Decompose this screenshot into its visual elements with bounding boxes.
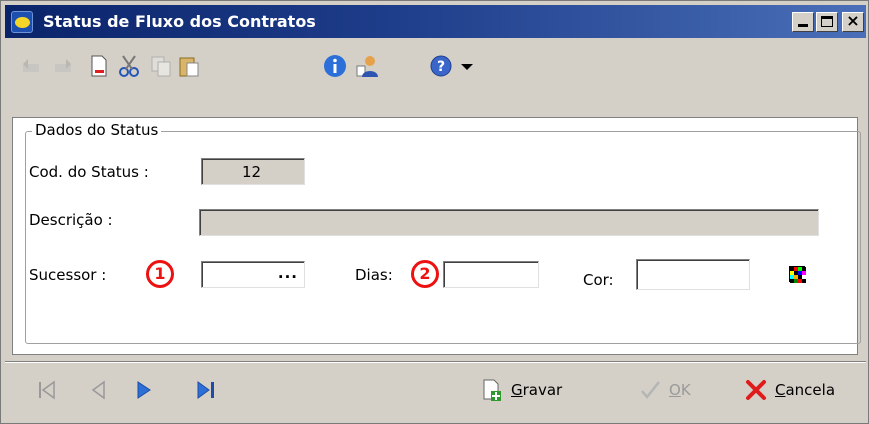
color-picker-icon[interactable] (789, 266, 806, 283)
close-button[interactable]: × (842, 11, 864, 32)
cod-value: 12 (242, 163, 262, 181)
dias-field[interactable] (443, 261, 539, 288)
first-record-icon[interactable] (37, 379, 57, 401)
user-icon[interactable] (355, 54, 379, 78)
scissors-icon[interactable] (117, 54, 141, 78)
descricao-label: Descrição : (29, 211, 113, 229)
copy-icon[interactable] (149, 54, 173, 78)
cancela-button[interactable]: Cancela (745, 377, 861, 405)
cancel-x-icon (746, 380, 766, 400)
window-title: Status de Fluxo dos Contratos (43, 12, 316, 31)
previous-record-icon[interactable] (89, 379, 109, 401)
undo-icon[interactable] (19, 54, 43, 78)
next-record-icon[interactable] (134, 379, 154, 401)
new-document-icon[interactable] (87, 54, 111, 78)
redo-icon[interactable] (51, 54, 75, 78)
toolbar: ? (5, 41, 866, 93)
paste-icon[interactable] (177, 54, 201, 78)
svg-text:?: ? (437, 59, 445, 75)
group-frame (25, 131, 861, 344)
maximize-icon (821, 16, 833, 27)
gravar-label: Gravar (511, 381, 563, 399)
cor-label: Cor: (583, 271, 614, 289)
group-title: Dados do Status (32, 121, 162, 139)
sucessor-lookup-button[interactable]: ... (278, 264, 298, 282)
sucessor-field[interactable]: ... (201, 261, 305, 288)
save-icon (483, 379, 501, 401)
descricao-field[interactable] (199, 209, 819, 236)
help-icon[interactable]: ? (429, 54, 453, 78)
callout-badge-2: 2 (411, 260, 439, 288)
gravar-button[interactable]: Gravar (481, 377, 581, 405)
checkmark-icon (641, 381, 660, 399)
last-record-icon[interactable] (196, 379, 216, 401)
window: Status de Fluxo dos Contratos × ? Dados … (0, 0, 869, 424)
maximize-button[interactable] (816, 12, 838, 32)
minimize-icon (798, 24, 808, 27)
title-bar[interactable]: Status de Fluxo dos Contratos × (5, 5, 866, 38)
close-icon: × (846, 11, 860, 30)
dropdown-arrow-icon[interactable] (455, 54, 479, 78)
ok-label: OK (669, 381, 691, 399)
cor-field[interactable] (636, 259, 750, 290)
cod-label: Cod. do Status : (29, 163, 149, 181)
sucessor-label: Sucessor : (29, 266, 107, 284)
cod-field[interactable]: 12 (201, 158, 305, 185)
separator-highlight (5, 362, 866, 363)
ok-button[interactable]: OK (639, 377, 709, 405)
info-icon[interactable] (323, 54, 347, 78)
dias-label: Dias: (355, 266, 393, 284)
app-icon (11, 11, 33, 33)
minimize-button[interactable] (792, 12, 814, 32)
callout-badge-1: 1 (146, 260, 174, 288)
cancela-label: Cancela (775, 381, 836, 399)
